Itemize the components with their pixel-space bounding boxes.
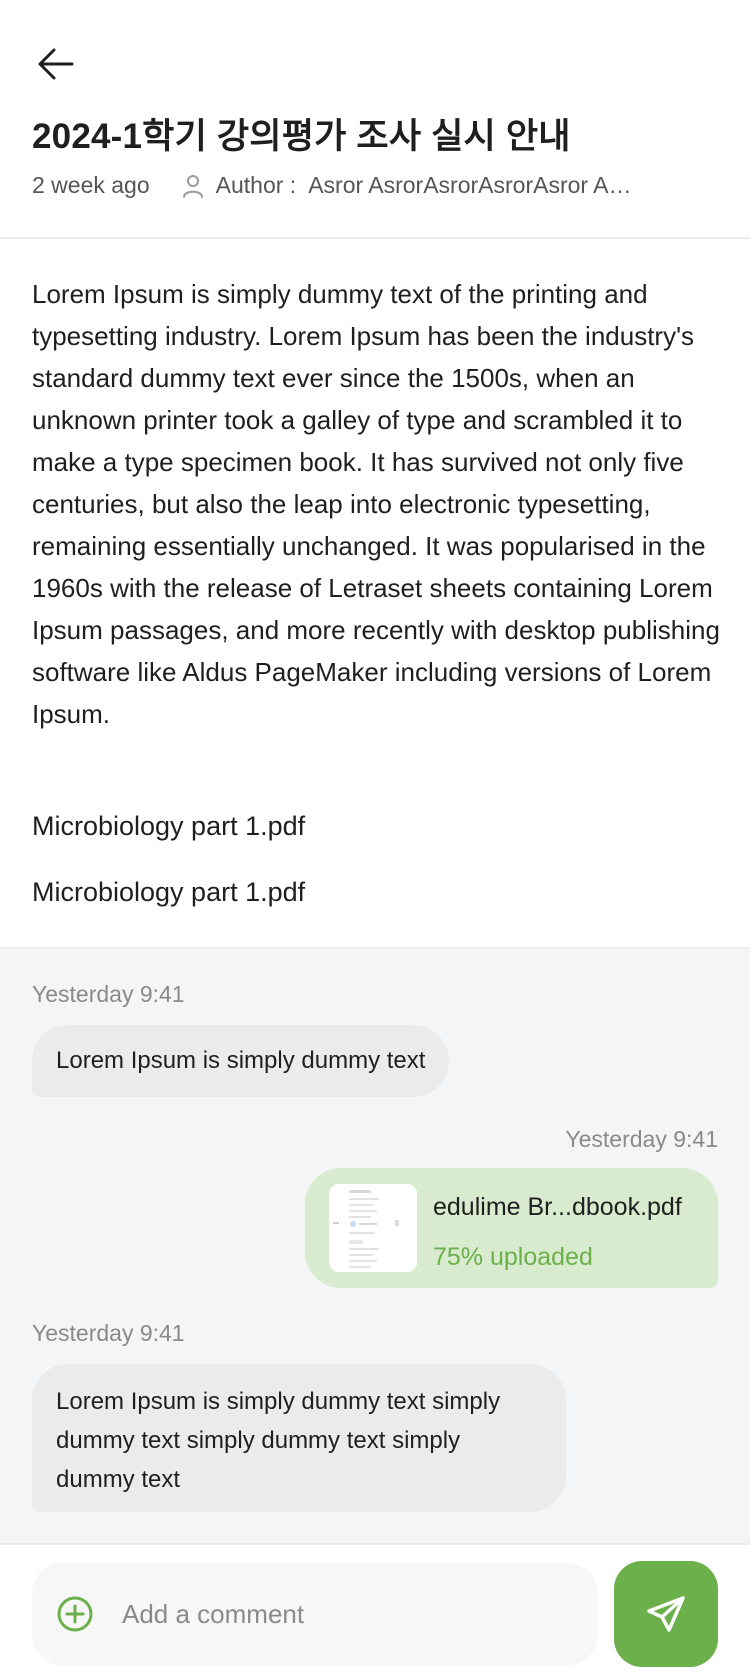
file-name[interactable]: edulime Br...dbook.pdf (433, 1188, 682, 1227)
post-content: Lorem Ipsum is simply dummy text of the … (0, 239, 750, 949)
comment-composer (0, 1543, 750, 1680)
outgoing-file-message: edulime Br...dbook.pdf 75% uploaded (305, 1168, 718, 1288)
person-icon (180, 173, 206, 199)
message-timestamp: Yesterday 9:41 (32, 981, 185, 1007)
post-time: 2 week ago (32, 172, 150, 198)
post-header: 2024-1학기 강의평가 조사 실시 안내 2 week ago Author… (0, 0, 750, 239)
pdf-thumbnail[interactable] (329, 1184, 417, 1272)
attachment-link[interactable]: Microbiology part 1.pdf (32, 877, 305, 908)
comment-input[interactable] (122, 1591, 582, 1637)
send-icon (647, 1596, 685, 1632)
message-timestamp: Yesterday 9:41 (32, 1320, 185, 1346)
author-name: Asror AsrorAsrorAsrorAsror Asror (308, 172, 639, 198)
upload-progress: 75% uploaded (433, 1243, 593, 1271)
comments-thread[interactable]: Yesterday 9:41 Lorem Ipsum is simply dum… (0, 949, 750, 1543)
message-timestamp: Yesterday 9:41 (565, 1126, 718, 1152)
comment-field[interactable] (32, 1563, 598, 1665)
back-button[interactable] (32, 40, 80, 88)
post-meta: 2 week ago Author : Asror AsrorAsrorAsro… (32, 172, 722, 199)
incoming-message: Lorem Ipsum is simply dummy text simply … (32, 1364, 566, 1512)
plus-circle-icon[interactable] (56, 1595, 94, 1633)
arrow-left-icon (38, 48, 74, 80)
incoming-message: Lorem Ipsum is simply dummy text (32, 1025, 450, 1097)
attachment-link[interactable]: Microbiology part 1.pdf (32, 811, 305, 842)
page-title: 2024-1학기 강의평가 조사 실시 안내 (32, 117, 571, 156)
post-body: Lorem Ipsum is simply dummy text of the … (32, 279, 720, 729)
author-label: Author : (215, 172, 297, 198)
send-button[interactable] (614, 1561, 718, 1667)
